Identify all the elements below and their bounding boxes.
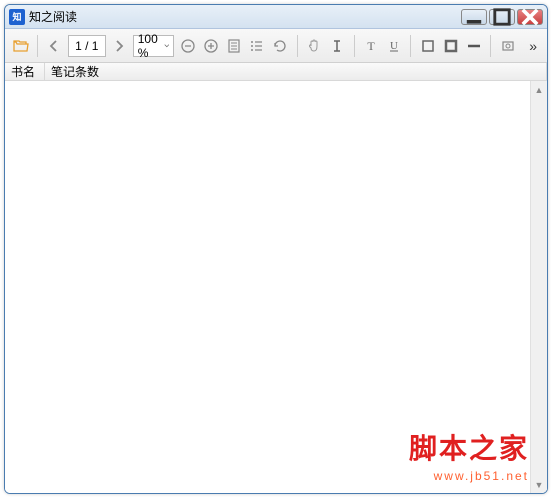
watermark-text: 脚本之家 bbox=[409, 427, 529, 467]
page-input[interactable]: 1 / 1 bbox=[68, 35, 106, 57]
zoom-in-button[interactable] bbox=[202, 34, 221, 58]
window-controls bbox=[461, 9, 543, 25]
next-page-button[interactable] bbox=[110, 34, 129, 58]
close-button[interactable] bbox=[517, 9, 543, 25]
content-area: 书名 笔记条数 ▲ ▼ 脚本之家 www.jb51.net bbox=[5, 63, 547, 493]
svg-text:T: T bbox=[367, 39, 375, 53]
toolbar: 1 / 1 100 % T bbox=[5, 29, 547, 63]
watermark-url: www.jb51.net bbox=[409, 469, 529, 483]
minimize-button[interactable] bbox=[461, 9, 487, 25]
column-header-name[interactable]: 书名 bbox=[5, 63, 45, 80]
more-button[interactable]: » bbox=[525, 38, 541, 54]
stamp-button[interactable] bbox=[498, 34, 517, 58]
underline-button[interactable]: U bbox=[384, 34, 403, 58]
list-body: ▲ ▼ 脚本之家 www.jb51.net bbox=[5, 81, 547, 493]
rectangle-button[interactable] bbox=[418, 34, 437, 58]
zoom-input[interactable]: 100 % bbox=[133, 35, 175, 57]
window-title: 知之阅读 bbox=[29, 8, 461, 25]
app-icon: 知 bbox=[9, 9, 25, 25]
scroll-down-icon[interactable]: ▼ bbox=[531, 476, 547, 493]
column-header-notes[interactable]: 笔记条数 bbox=[45, 63, 547, 80]
open-button[interactable] bbox=[11, 34, 30, 58]
line-button[interactable] bbox=[464, 34, 483, 58]
app-window: 知 知之阅读 1 / 1 100 % bbox=[4, 4, 548, 494]
bookmark-button[interactable] bbox=[248, 34, 267, 58]
zoom-out-button[interactable] bbox=[178, 34, 197, 58]
list-header: 书名 笔记条数 bbox=[5, 63, 547, 81]
zoom-value: 100 % bbox=[138, 32, 162, 60]
scroll-track[interactable] bbox=[531, 98, 547, 476]
vertical-scrollbar[interactable]: ▲ ▼ bbox=[530, 81, 547, 493]
watermark: 脚本之家 www.jb51.net bbox=[409, 427, 529, 483]
separator bbox=[354, 35, 355, 57]
text-tool-button[interactable]: T bbox=[361, 34, 380, 58]
svg-text:U: U bbox=[390, 40, 398, 52]
hand-tool-button[interactable] bbox=[305, 34, 324, 58]
filled-rectangle-button[interactable] bbox=[441, 34, 460, 58]
scroll-up-icon[interactable]: ▲ bbox=[531, 81, 547, 98]
notes-list-button[interactable] bbox=[225, 34, 244, 58]
titlebar[interactable]: 知 知之阅读 bbox=[5, 5, 547, 29]
separator bbox=[37, 35, 38, 57]
refresh-button[interactable] bbox=[271, 34, 290, 58]
chevron-down-icon bbox=[164, 42, 170, 50]
maximize-button[interactable] bbox=[489, 9, 515, 25]
text-cursor-button[interactable] bbox=[328, 34, 347, 58]
prev-page-button[interactable] bbox=[45, 34, 64, 58]
separator bbox=[490, 35, 491, 57]
separator bbox=[410, 35, 411, 57]
separator bbox=[297, 35, 298, 57]
